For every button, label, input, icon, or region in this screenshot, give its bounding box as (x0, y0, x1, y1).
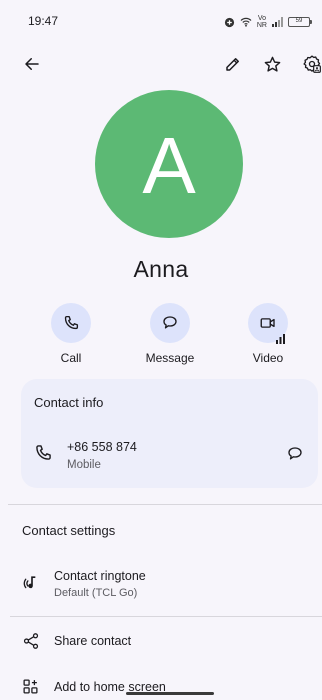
arrow-left-icon (25, 58, 39, 70)
divider (10, 616, 322, 617)
status-time: 19:47 (28, 14, 59, 28)
contact-name: Anna (133, 256, 189, 282)
video-button[interactable] (248, 303, 288, 344)
message-button[interactable] (150, 303, 190, 343)
call-label: Call (60, 351, 82, 365)
video-signal-icon (276, 334, 285, 344)
avatar-letter: A (142, 121, 196, 210)
share-contact-label: Share contact (54, 634, 132, 648)
pencil-icon (226, 58, 239, 71)
contact-info-title: Contact info (34, 395, 104, 410)
edit-button[interactable] (219, 50, 247, 78)
video-action[interactable]: Video (228, 303, 308, 365)
add-to-home-icon (22, 678, 39, 700)
message-action[interactable]: Message (130, 303, 210, 365)
phone-icon (64, 315, 79, 330)
network-type: Vo NR (257, 15, 267, 29)
message-bubble-icon (163, 316, 177, 329)
ringtone-label: Contact ringtone (54, 569, 146, 583)
message-bubble-icon (288, 447, 302, 460)
contact-settings-icon (303, 55, 321, 73)
status-icons: Vo NR 59 (224, 15, 312, 29)
data-saver-icon (224, 17, 235, 28)
contact-ringtone-row[interactable]: Contact ringtone Default (TCL Go) (0, 565, 322, 605)
share-icon (22, 632, 40, 655)
videocam-icon (260, 318, 275, 328)
call-button[interactable] (51, 303, 91, 343)
phone-icon (33, 443, 53, 468)
quick-actions: Call Message Video (0, 303, 322, 373)
message-label: Message (145, 351, 195, 365)
gesture-home-indicator[interactable] (126, 692, 214, 695)
phone-type: Mobile (67, 459, 101, 471)
contact-info-card: Contact info +86 558 874 Mobile (21, 379, 318, 488)
phone-number: +86 558 874 (67, 440, 137, 454)
share-contact-row[interactable]: Share contact (0, 630, 322, 670)
send-message-button[interactable] (286, 445, 304, 468)
battery-icon: 59 (288, 17, 312, 27)
video-label: Video (252, 351, 284, 365)
call-action[interactable]: Call (31, 303, 111, 365)
network-top-label: Vo (257, 15, 267, 22)
network-bottom-label: NR (256, 22, 267, 29)
ringtone-value: Default (TCL Go) (54, 587, 138, 599)
wifi-icon (240, 17, 252, 27)
contact-settings-title: Contact settings (22, 523, 116, 538)
add-to-home-row[interactable]: Add to home screen (0, 676, 322, 700)
divider (8, 504, 322, 505)
signal-icon (272, 17, 283, 27)
favorite-button[interactable] (258, 50, 286, 78)
status-bar: 19:47 Vo NR 59 (0, 0, 322, 44)
contact-settings-button[interactable] (298, 50, 322, 78)
star-outline-icon (264, 56, 280, 72)
ringtone-icon (22, 573, 42, 598)
top-toolbar (0, 48, 322, 80)
contact-avatar[interactable]: A (95, 90, 243, 238)
back-button[interactable] (18, 50, 46, 78)
